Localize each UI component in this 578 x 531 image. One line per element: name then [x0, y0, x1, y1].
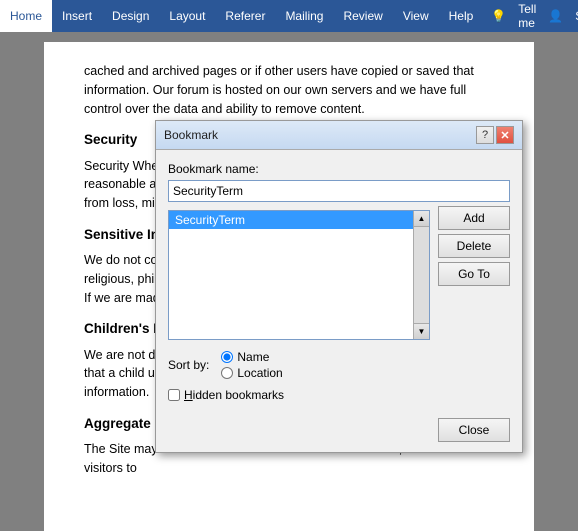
- dialog-controls: ? ✕: [476, 126, 514, 144]
- sort-name-radio[interactable]: [221, 351, 233, 363]
- close-x-button[interactable]: ✕: [496, 126, 514, 144]
- sort-location-radio[interactable]: [221, 367, 233, 379]
- hidden-bookmarks-label: Hidden bookmarks: [184, 388, 284, 402]
- sort-by-label: Sort by:: [168, 358, 209, 372]
- bookmark-list[interactable]: SecurityTerm ▲ ▼: [168, 210, 430, 340]
- dialog-titlebar: Bookmark ? ✕: [156, 121, 522, 150]
- list-scrollbar[interactable]: ▲ ▼: [413, 211, 429, 339]
- dialog-overlay: Bookmark ? ✕ Bookmark name: SecurityTerm…: [0, 32, 578, 531]
- scrollbar-up-arrow[interactable]: ▲: [414, 211, 430, 227]
- list-and-buttons: SecurityTerm ▲ ▼ Add Delete Go To: [168, 206, 510, 340]
- go-to-button[interactable]: Go To: [438, 262, 510, 286]
- tab-referer[interactable]: Referer: [215, 0, 275, 32]
- hidden-bookmarks-row[interactable]: Hidden bookmarks: [168, 388, 510, 402]
- tab-home[interactable]: Home: [0, 0, 52, 32]
- tell-me-label[interactable]: Tell me: [518, 2, 536, 30]
- lightbulb-icon: 💡: [491, 9, 506, 23]
- field-label: Bookmark name:: [168, 162, 510, 176]
- tab-insert[interactable]: Insert: [52, 0, 102, 32]
- tab-help[interactable]: Help: [439, 0, 484, 32]
- scrollbar-down-arrow[interactable]: ▼: [414, 323, 430, 339]
- tab-design[interactable]: Design: [102, 0, 159, 32]
- scrollbar-track: [414, 227, 429, 323]
- sort-name-option[interactable]: Name: [221, 350, 282, 364]
- sort-location-option[interactable]: Location: [221, 366, 282, 380]
- close-dialog-button[interactable]: Close: [438, 418, 510, 442]
- dialog-footer: Close: [156, 412, 522, 452]
- user-icon: 👤: [548, 9, 563, 23]
- sort-radio-group: Name Location: [221, 350, 282, 380]
- sort-row: Sort by: Name Location: [168, 350, 510, 380]
- bookmark-name-input[interactable]: [168, 180, 510, 202]
- bookmark-dialog: Bookmark ? ✕ Bookmark name: SecurityTerm…: [155, 120, 523, 453]
- ribbon-right: 💡 Tell me 👤 Share: [483, 0, 578, 32]
- list-item[interactable]: SecurityTerm: [169, 211, 429, 229]
- help-button[interactable]: ?: [476, 126, 494, 144]
- sort-location-label: Location: [237, 366, 282, 380]
- tab-mailing[interactable]: Mailing: [275, 0, 333, 32]
- document-area: cached and archived pages or if other us…: [0, 32, 578, 531]
- dialog-body: Bookmark name: SecurityTerm ▲ ▼: [156, 150, 522, 412]
- tab-review[interactable]: Review: [333, 0, 392, 32]
- add-button[interactable]: Add: [438, 206, 510, 230]
- delete-button[interactable]: Delete: [438, 234, 510, 258]
- dialog-action-buttons: Add Delete Go To: [438, 206, 510, 340]
- tab-view[interactable]: View: [393, 0, 439, 32]
- tab-layout[interactable]: Layout: [159, 0, 215, 32]
- hidden-bookmarks-checkbox[interactable]: [168, 389, 180, 401]
- bookmark-list-wrapper: SecurityTerm ▲ ▼: [168, 206, 430, 340]
- ribbon: Home Insert Design Layout Referer Mailin…: [0, 0, 578, 32]
- sort-name-label: Name: [237, 350, 269, 364]
- dialog-title: Bookmark: [164, 128, 218, 142]
